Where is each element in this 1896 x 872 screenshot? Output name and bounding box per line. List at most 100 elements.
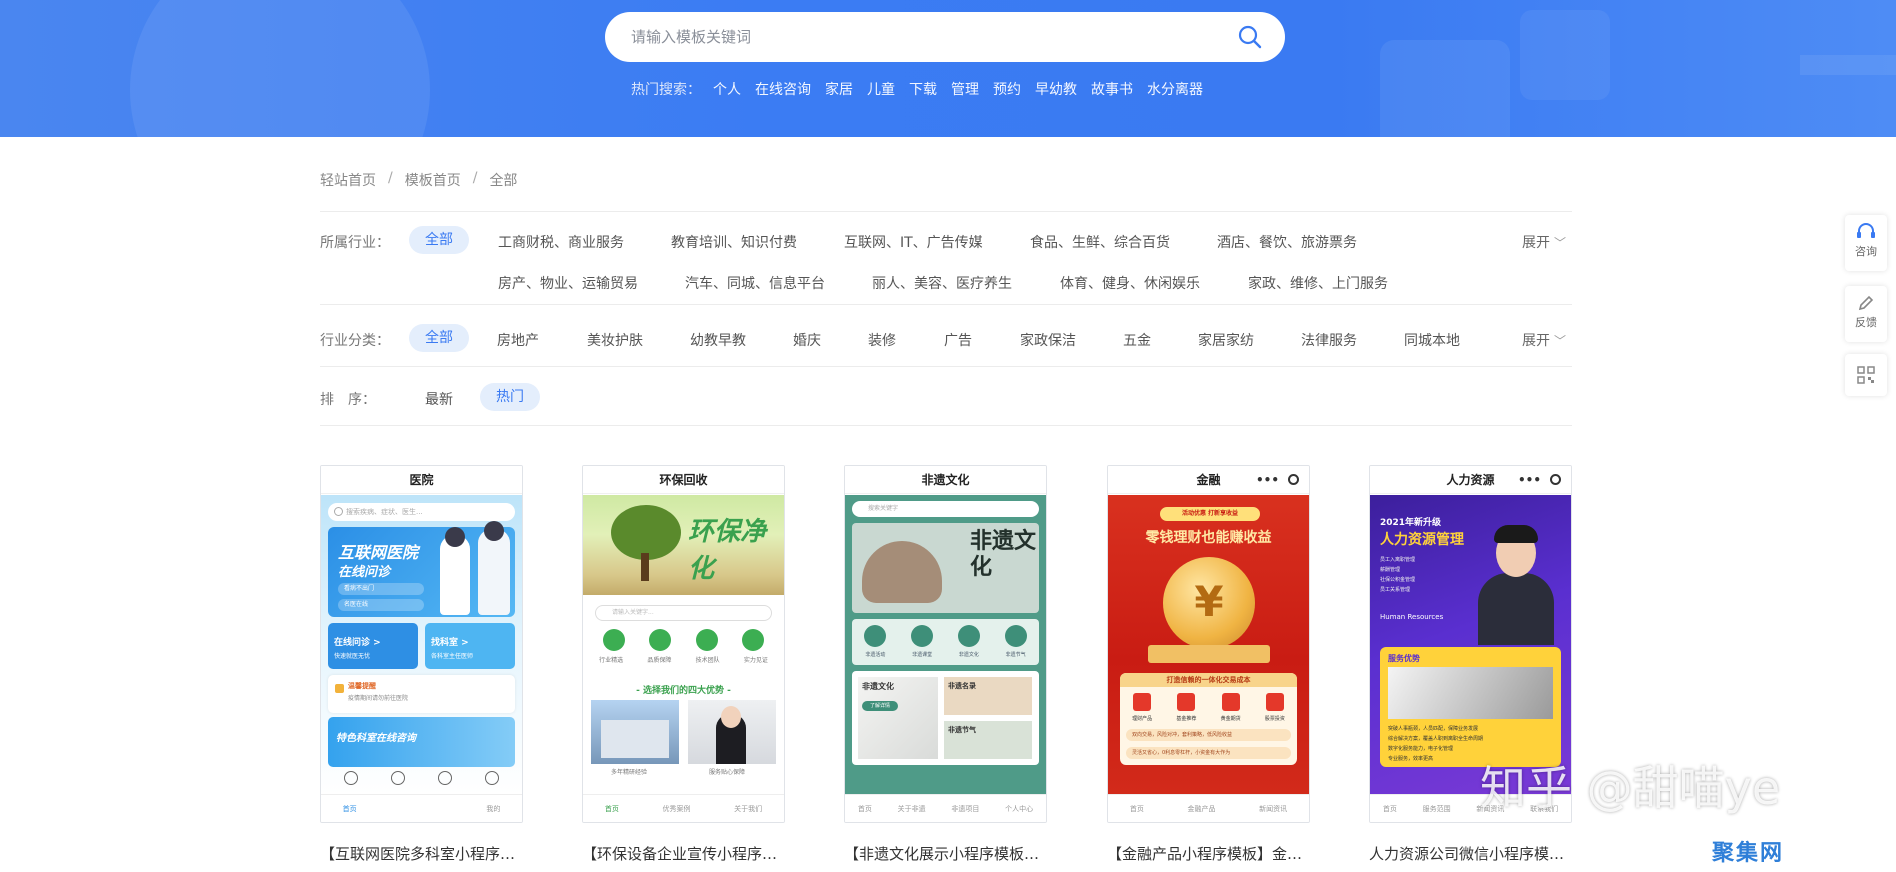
- category-option[interactable]: 法律服务: [1301, 330, 1357, 350]
- consult-button[interactable]: 咨询: [1845, 215, 1887, 271]
- industry-option[interactable]: 体育、健身、休闲娱乐: [1060, 273, 1200, 293]
- industry-option[interactable]: 食品、生鲜、综合百货: [1030, 232, 1170, 252]
- preview-icon-labels: 理财产品 基金推荐 黄金期货 股票投资: [1120, 715, 1297, 722]
- category-option[interactable]: 广告: [944, 330, 972, 350]
- industry-option[interactable]: 家政、维修、上门服务: [1248, 273, 1388, 293]
- industry-expand-button[interactable]: 展开 ﹀: [1522, 232, 1566, 252]
- hero-title: 环保净化: [688, 517, 767, 584]
- preview-dept-banner: 特色科室在线咨询: [328, 717, 515, 767]
- qrcode-button[interactable]: [1845, 354, 1887, 396]
- category-option[interactable]: 婚庆: [793, 330, 821, 350]
- icon-label: 实力见证: [743, 657, 768, 664]
- businessman-illustration: [1468, 525, 1564, 645]
- industry-option[interactable]: 互联网、IT、广告传媒: [844, 232, 983, 252]
- category-option[interactable]: 五金: [1123, 330, 1151, 350]
- industry-filter-all[interactable]: 全部: [409, 226, 469, 254]
- lung-icon: [391, 771, 406, 785]
- box-title: 在线问诊 >: [334, 638, 381, 648]
- category-expand-button[interactable]: 展开 ﹀: [1522, 330, 1566, 350]
- doctor-illustration: [484, 521, 504, 541]
- hot-search-term[interactable]: 预约: [993, 79, 1021, 99]
- stock-chart-icon: [1265, 693, 1284, 711]
- search-icon[interactable]: [1237, 24, 1263, 50]
- phone-header: 金融 •••: [1108, 466, 1309, 494]
- preview-search: 请输入关键字...: [595, 605, 772, 621]
- industry-option[interactable]: 房产、物业、运输贸易: [498, 273, 638, 293]
- hot-search-term[interactable]: 家居: [825, 79, 853, 99]
- industry-option[interactable]: 汽车、同城、信息平台: [685, 273, 825, 293]
- feedback-button[interactable]: 反馈: [1845, 286, 1887, 342]
- template-card[interactable]: 环保回收 环保净化 请输入关键字... 行业精选 品质保障 技术团队 实力见证 …: [582, 465, 785, 823]
- photo-caption: 多年精研经验: [611, 769, 648, 776]
- category-option[interactable]: 家政保洁: [1020, 330, 1076, 350]
- breadcrumb-link-templates[interactable]: 模板首页: [405, 170, 461, 190]
- panel-row: 灵活又省心，0利息零杠杆，小资金有大作为: [1126, 747, 1291, 759]
- hero-lines: 员工入离职管理 薪酬管理 社保公积金管理 员工关系管理: [1380, 555, 1460, 595]
- preview-icon-labels: 非遗活动 非遗课堂 非遗文化 非遗节气: [852, 651, 1039, 658]
- pottery-illustration: [862, 541, 942, 603]
- preview-tab: 首页: [857, 804, 872, 813]
- hero-line: 社保公积金管理: [1380, 577, 1416, 583]
- preview-icons: [591, 629, 776, 651]
- industry-option[interactable]: 酒店、餐饮、旅游票务: [1217, 232, 1357, 252]
- notice-icon: [335, 684, 344, 693]
- team-icon: [695, 629, 718, 651]
- hero-title: 人力资源管理: [1380, 532, 1464, 548]
- hero-line: 薪酬管理: [1380, 567, 1401, 573]
- template-card[interactable]: 非遗文化 搜索关键字 非遗文化 非遗活动 非遗课堂 非遗文化 非遗节气 非遗文化…: [844, 465, 1047, 823]
- category-option[interactable]: 幼教早教: [690, 330, 746, 350]
- hero-subtitle: 在线问诊: [338, 565, 391, 580]
- hero-line: 员工入离职管理: [1380, 557, 1416, 563]
- preview-search: 搜索关键字: [852, 501, 1039, 517]
- preview-tabbar: 首页 优秀案例 关于我们: [583, 794, 784, 822]
- building-photo: [591, 700, 679, 764]
- preview-tab: 新闻资讯: [1259, 804, 1288, 813]
- hot-search-term[interactable]: 下载: [909, 79, 937, 99]
- category-option[interactable]: 装修: [868, 330, 896, 350]
- watermark-text: 知乎 @甜喵ye: [1480, 761, 1781, 815]
- phone-header-title: 金融: [1196, 473, 1221, 487]
- tree-illustration: [641, 553, 649, 581]
- thumbs-up-icon: [649, 629, 672, 651]
- icon-label: 非遗活动: [865, 652, 886, 658]
- sort-option-hot[interactable]: 热门: [480, 383, 540, 411]
- category-option[interactable]: 房地产: [497, 330, 539, 350]
- dept-title: 特色科室在线咨询: [336, 733, 416, 744]
- category-option[interactable]: 美妆护肤: [587, 330, 643, 350]
- industry-option[interactable]: 工商财税、商业服务: [498, 232, 624, 252]
- icon-label: 非遗节气: [1005, 652, 1026, 658]
- category-filter-all[interactable]: 全部: [409, 324, 469, 352]
- icon-label: 非遗文化: [958, 652, 979, 658]
- hot-search-term[interactable]: 水分离器: [1147, 79, 1203, 99]
- template-card-title[interactable]: 【金融产品小程序模板】金…: [1107, 843, 1312, 864]
- hot-search-term[interactable]: 个人: [713, 79, 741, 99]
- template-card-title[interactable]: 人力资源公司微信小程序模…: [1369, 843, 1574, 864]
- hot-search-term[interactable]: 在线咨询: [755, 79, 811, 99]
- preview-tab: 个人中心: [1005, 804, 1034, 813]
- consult-label: 咨询: [1855, 245, 1877, 258]
- banner-decoration: [130, 0, 430, 137]
- breadcrumb-current: 全部: [489, 173, 518, 189]
- chevron-down-icon: ﹀: [1554, 236, 1567, 250]
- template-card-title[interactable]: 【非遗文化展示小程序模板…: [844, 843, 1049, 864]
- hot-search-term[interactable]: 故事书: [1091, 79, 1133, 99]
- hot-search-term[interactable]: 早幼教: [1035, 79, 1077, 99]
- category-option[interactable]: 同城本地: [1404, 330, 1460, 350]
- search-input[interactable]: [631, 12, 1191, 62]
- hot-search-term[interactable]: 儿童: [867, 79, 895, 99]
- template-card-title[interactable]: 【互联网医院多科室小程序…: [320, 843, 525, 864]
- sort-option-latest[interactable]: 最新: [425, 389, 453, 409]
- industry-option[interactable]: 教育培训、知识付费: [671, 232, 797, 252]
- template-card[interactable]: 医院 搜索疾病、症状、医生... 互联网医院 在线问诊 看病不出门 名医在线 在…: [320, 465, 523, 823]
- template-card-title[interactable]: 【环保设备企业宣传小程序…: [582, 843, 787, 864]
- panel-point: 数字化服务能力，电子化管理: [1388, 746, 1454, 752]
- icon-label: 理财产品: [1132, 716, 1153, 722]
- template-card[interactable]: 金融 ••• 活动优惠 打新享收益 零钱理财也能赚收益 ¥ 打造信赖的一体化交易…: [1107, 465, 1310, 823]
- hero-badge: 看病不出门: [338, 583, 424, 595]
- hot-search-term[interactable]: 管理: [951, 79, 979, 99]
- breadcrumb-link-home[interactable]: 轻站首页: [320, 170, 376, 190]
- category-option[interactable]: 家居家纺: [1198, 330, 1254, 350]
- hero-badge: 名医在线: [338, 599, 424, 611]
- preview-tag: 活动优惠 打新享收益: [1160, 507, 1260, 521]
- industry-option[interactable]: 丽人、美容、医疗养生: [872, 273, 1012, 293]
